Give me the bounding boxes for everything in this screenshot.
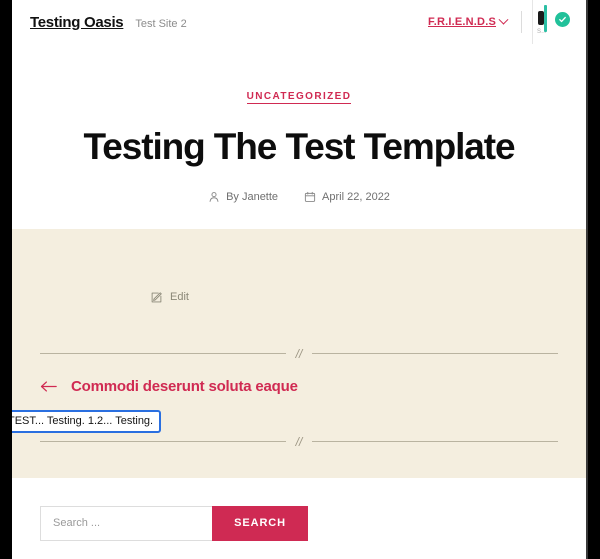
post-hero: UNCATEGORIZED Testing The Test Template … [12, 44, 586, 229]
post-category-link[interactable]: UNCATEGORIZED [246, 91, 352, 104]
post-meta: By Janette April 22, 2022 [32, 191, 566, 203]
post-date: April 22, 2022 [304, 191, 390, 203]
arrow-left-icon [40, 380, 57, 393]
page-title: Testing The Test Template [83, 126, 516, 167]
divider-rule-left [40, 441, 286, 443]
search-button[interactable]: SEARCH [212, 505, 308, 541]
edit-post-label: Edit [170, 291, 189, 304]
section-divider-bottom: // [40, 434, 559, 449]
divider-slash-mark: // [295, 346, 303, 361]
widget-label: S... [537, 29, 547, 35]
previous-post-link[interactable]: Commodi deserunt soluta eaque [40, 378, 298, 395]
check-circle-icon [555, 12, 570, 27]
divider-slash-mark: // [295, 434, 303, 449]
post-author: By Janette [208, 191, 278, 203]
site-tagline: Test Site 2 [135, 17, 187, 30]
edit-post-link[interactable]: Edit [150, 291, 189, 304]
header-divider [521, 11, 522, 33]
nav-item-friends[interactable]: F.R.I.E.N.D.S [428, 14, 521, 28]
page-viewport: Testing Oasis Test Site 2 F.R.I.E.N.D.S [12, 0, 588, 559]
widget-teal-bar [544, 5, 547, 32]
search-input[interactable] [40, 505, 213, 541]
divider-rule-right [312, 441, 559, 443]
browser-frame: Testing Oasis Test Site 2 F.R.I.E.N.D.S [0, 0, 600, 559]
site-branding: Testing Oasis Test Site 2 [30, 14, 187, 31]
post-date-label: April 22, 2022 [322, 190, 390, 203]
edit-row: Edit [40, 229, 558, 309]
chevron-down-icon [498, 14, 509, 25]
post-author-label: By Janette [226, 190, 279, 203]
site-title-link[interactable]: Testing Oasis [30, 14, 124, 31]
previous-post-label: Commodi deserunt soluta eaque [71, 377, 298, 395]
site-header: Testing Oasis Test Site 2 F.R.I.E.N.D.S [12, 0, 586, 44]
focused-text-overlay[interactable]: TEST... Testing. 1.2... Testing. [12, 409, 162, 434]
user-icon [208, 191, 220, 203]
edit-pencil-icon [150, 291, 163, 304]
nav-item-friends-label: F.R.I.E.N.D.S [428, 16, 496, 28]
post-body: Edit // Commodi deserunt soluta eaque //… [12, 228, 586, 478]
corner-status-widget[interactable]: S... [532, 0, 576, 44]
search-form: SEARCH [40, 505, 308, 541]
post-navigation: Commodi deserunt soluta eaque [40, 378, 558, 398]
section-divider-top: // [40, 346, 559, 361]
divider-rule-left [40, 353, 286, 355]
footer-area: SEARCH [12, 477, 586, 541]
header-right-region: F.R.I.E.N.D.S S... [428, 0, 576, 44]
calendar-icon [304, 191, 316, 203]
divider-rule-right [312, 353, 559, 355]
